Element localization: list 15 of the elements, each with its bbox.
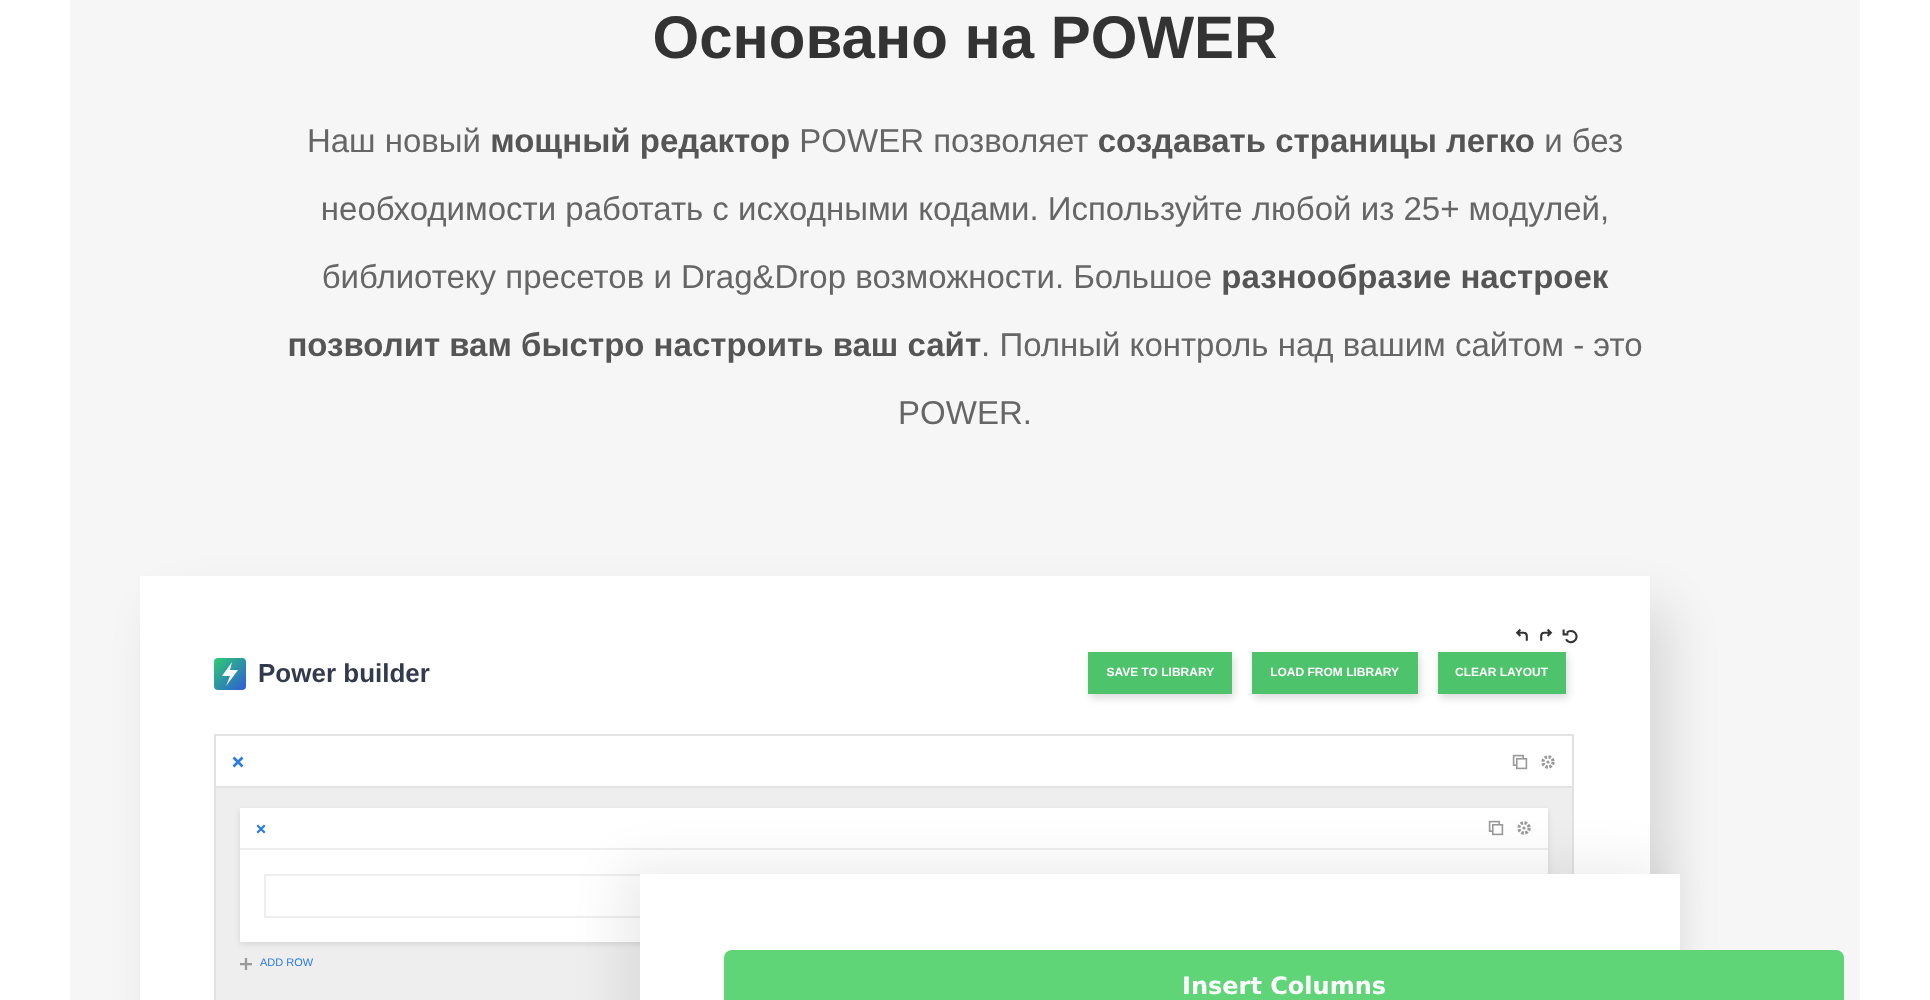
copy-icon[interactable] — [1488, 820, 1504, 836]
copy-icon[interactable] — [1512, 753, 1528, 769]
close-icon[interactable] — [256, 823, 266, 833]
settings-icon[interactable] — [1516, 820, 1532, 836]
insert-columns-button[interactable]: Insert Columns — [724, 950, 1844, 1000]
close-icon[interactable] — [232, 755, 244, 767]
section-heading: Основано на POWER — [652, 4, 1278, 76]
intro-paragraph: Наш новый мощный редактор POWER позволяет создавать страницы легко и без необходимости работать с исходными кодами. Используйте любой из 25+ модулей, библиотеку пресетов и Drag&Drop возможности. Большое разнообразие настроек позволит вам быстро настроить ваш сайт. Полный контроль над вашим сайтом - это POWER. — [285, 122, 1645, 436]
redo-icon[interactable] — [1538, 628, 1554, 644]
settings-icon[interactable] — [1540, 753, 1556, 769]
brand-name: Power builder — [258, 658, 430, 688]
reset-icon[interactable] — [1562, 628, 1578, 644]
lightning-logo-icon — [214, 657, 246, 689]
plus-icon — [240, 958, 252, 970]
undo-icon[interactable] — [1514, 628, 1530, 644]
